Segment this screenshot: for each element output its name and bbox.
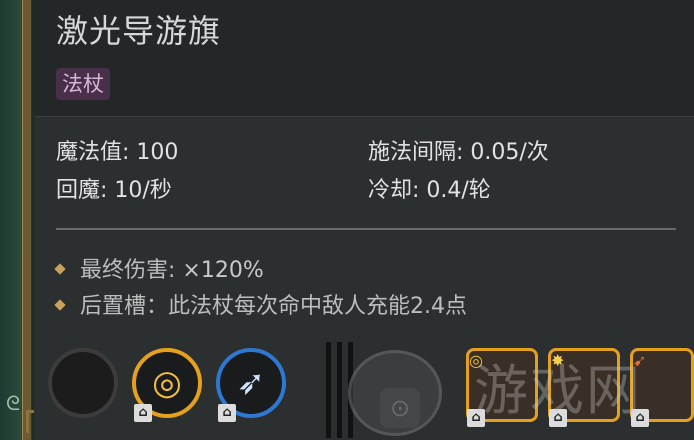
- effect-label: 后置槽：此法杖每次命中敌人充能2.4点: [80, 294, 467, 319]
- spell-slot[interactable]: ➶ ⌂: [216, 348, 286, 422]
- spiral-ornament-icon: ᘓ: [6, 391, 21, 415]
- effect-item: 后置槽：此法杖每次命中敌人充能2.4点: [54, 288, 467, 320]
- spell-slots: ◎ ⌂ ➶ ⌂ ⊙ ◎ ⌂ ✸ ⌂ ➹ ⌂ 游戏网: [34, 340, 694, 440]
- effect-label: 最终伤害:: [80, 258, 176, 283]
- diamond-bullet-icon: [54, 263, 66, 275]
- stat-cast-interval: 施法间隔: 0.05/次: [368, 140, 549, 165]
- divider: [56, 228, 676, 230]
- watermark-text: 游戏网: [474, 359, 642, 422]
- stat-recharge: 回魔: 10/秒: [56, 178, 172, 203]
- watermark-logo: ⊙: [340, 340, 448, 440]
- item-tooltip-panel: 激光导游旗 法杖 魔法值: 100 施法间隔: 0.05/次 回魔: 10/秒 …: [34, 0, 694, 440]
- frame-border: [22, 0, 32, 440]
- stat-mana: 魔法值: 100: [56, 140, 179, 165]
- item-type-badge: 法杖: [56, 68, 110, 100]
- effect-item: 最终伤害: ×120%: [54, 252, 264, 284]
- feather-icon: ➶: [236, 363, 266, 403]
- effect-value: ×120%: [182, 258, 264, 283]
- lock-icon: ⌂: [218, 404, 236, 422]
- left-frame: ᘓ: [0, 0, 49, 440]
- tooltip-header: 激光导游旗 法杖: [34, 0, 694, 117]
- item-title: 激光导游旗: [56, 12, 222, 50]
- target-rune-icon: ◎: [152, 363, 182, 403]
- diamond-bullet-icon: [54, 299, 66, 311]
- lock-icon: ⌂: [134, 404, 152, 422]
- stat-cooldown: 冷却: 0.4/轮: [368, 178, 491, 203]
- spell-slot[interactable]: ◎ ⌂: [132, 348, 202, 422]
- spell-slot-empty[interactable]: [48, 348, 118, 418]
